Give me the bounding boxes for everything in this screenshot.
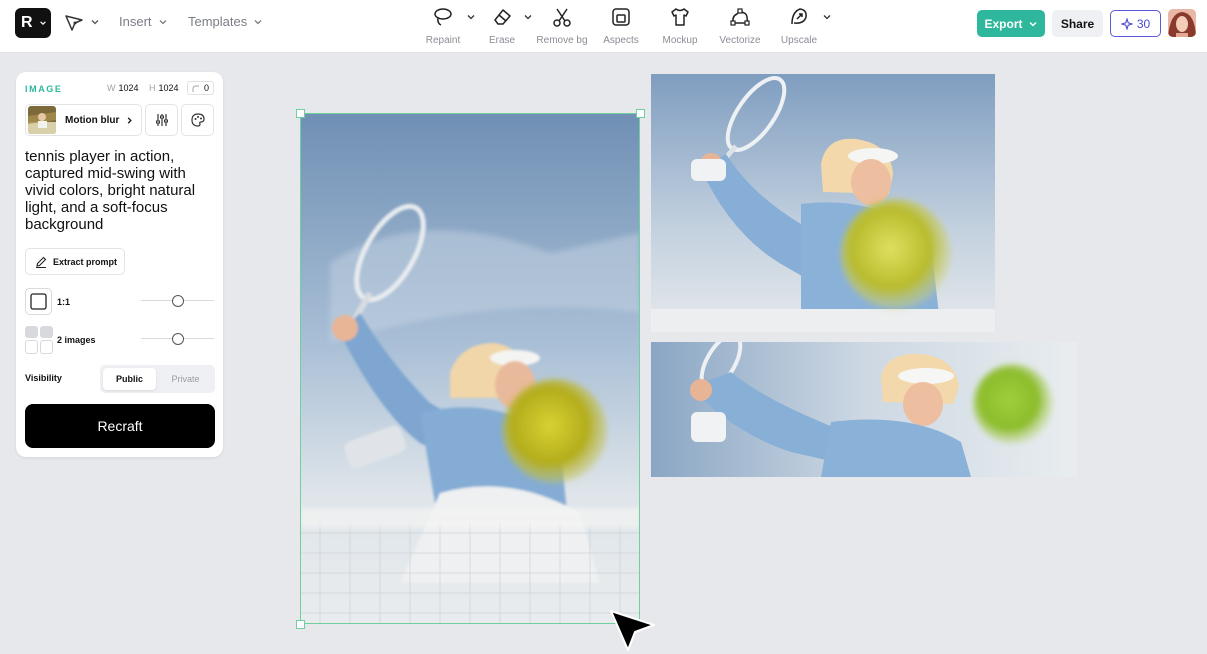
logo-letter: R — [21, 14, 33, 31]
credits-count: 30 — [1136, 16, 1151, 31]
tool-upscale[interactable]: Upscale — [764, 6, 834, 46]
app-logo[interactable]: R — [15, 8, 51, 38]
chevron-down-icon — [254, 19, 262, 24]
extract-prompt-label: Extract prompt — [53, 256, 118, 267]
style-selector[interactable]: Motion blur — [25, 104, 142, 136]
chevron-right-icon — [127, 116, 132, 124]
recraft-button[interactable]: Recraft — [25, 404, 215, 448]
upscale-icon — [791, 8, 807, 25]
avatar-image — [1168, 9, 1196, 37]
corner-radius-value: 0 — [203, 83, 209, 93]
chevron-down-icon — [40, 21, 46, 26]
corner-radius-field[interactable]: 0 — [187, 81, 214, 95]
credits-badge[interactable]: 30 — [1110, 10, 1161, 37]
color-palette-button[interactable] — [181, 104, 214, 136]
sliders-icon — [155, 114, 168, 126]
height-field[interactable]: H 1024 — [149, 83, 179, 93]
eraser-icon — [494, 9, 511, 25]
canvas-image-landscape[interactable] — [651, 74, 995, 332]
extract-prompt-button[interactable]: Extract prompt — [25, 248, 125, 275]
properties-panel: IMAGE W 1024 H 1024 0 Motion blur tennis p… — [16, 72, 223, 457]
resize-handle-top-left[interactable] — [296, 109, 305, 118]
width-key: W — [107, 83, 116, 93]
share-button[interactable]: Share — [1052, 10, 1103, 37]
canvas-image-banner[interactable] — [651, 342, 1077, 477]
scissors-icon — [553, 8, 571, 27]
visibility-toggle: Public Private — [100, 365, 215, 393]
tool-upscale-label: Upscale — [780, 35, 818, 46]
chevron-down-icon[interactable] — [90, 17, 100, 27]
image-count-icon — [25, 326, 53, 354]
vectorize-icon — [730, 8, 750, 26]
canvas-image-portrait[interactable] — [300, 113, 640, 624]
resize-handle-top-right[interactable] — [636, 109, 645, 118]
resize-handle-bottom-left[interactable] — [296, 620, 305, 629]
image-count-slider[interactable] — [141, 333, 214, 345]
mouse-cursor-icon — [610, 610, 655, 651]
insert-menu[interactable]: Insert — [119, 14, 168, 29]
insert-menu-label: Insert — [119, 14, 152, 29]
visibility-public[interactable]: Public — [103, 368, 156, 390]
chevron-down-icon[interactable] — [822, 12, 832, 22]
style-name: Motion blur — [65, 114, 120, 126]
aspect-ratio-slider[interactable] — [141, 295, 214, 307]
sparkle-icon — [1120, 17, 1133, 30]
visibility-label: Visibility — [25, 373, 62, 383]
user-avatar[interactable] — [1168, 9, 1196, 37]
chevron-down-icon — [1029, 21, 1036, 26]
aspect-ratio-label: 1:1 — [57, 297, 71, 307]
pen-tool-icon[interactable] — [63, 13, 85, 33]
aspect-ratio-icon[interactable] — [25, 288, 52, 315]
top-toolbar: R Insert Templates Repaint Erase Remove … — [0, 0, 1207, 53]
image-count-label: 2 images — [57, 335, 96, 345]
visibility-private[interactable]: Private — [159, 368, 212, 390]
chevron-down-icon — [159, 19, 166, 24]
width-field[interactable]: W 1024 — [107, 83, 139, 93]
export-label: Export — [984, 16, 1023, 31]
slider-knob[interactable] — [172, 295, 184, 307]
height-key: H — [149, 83, 156, 93]
corner-radius-icon — [192, 85, 199, 92]
style-settings-button[interactable] — [145, 104, 178, 136]
height-value: 1024 — [158, 83, 179, 93]
export-button[interactable]: Export — [977, 10, 1045, 37]
templates-menu[interactable]: Templates — [188, 14, 263, 29]
aspect-icon — [612, 8, 630, 26]
templates-menu-label: Templates — [188, 14, 248, 29]
pencil-icon — [36, 256, 47, 268]
slider-knob[interactable] — [172, 333, 184, 345]
lasso-icon — [434, 8, 452, 26]
shirt-icon — [671, 8, 689, 26]
prompt-text[interactable]: tennis player in action, captured mid-sw… — [25, 148, 215, 233]
width-value: 1024 — [118, 83, 139, 93]
palette-icon — [190, 113, 205, 127]
section-label: IMAGE — [25, 84, 63, 94]
style-thumbnail — [28, 106, 56, 134]
